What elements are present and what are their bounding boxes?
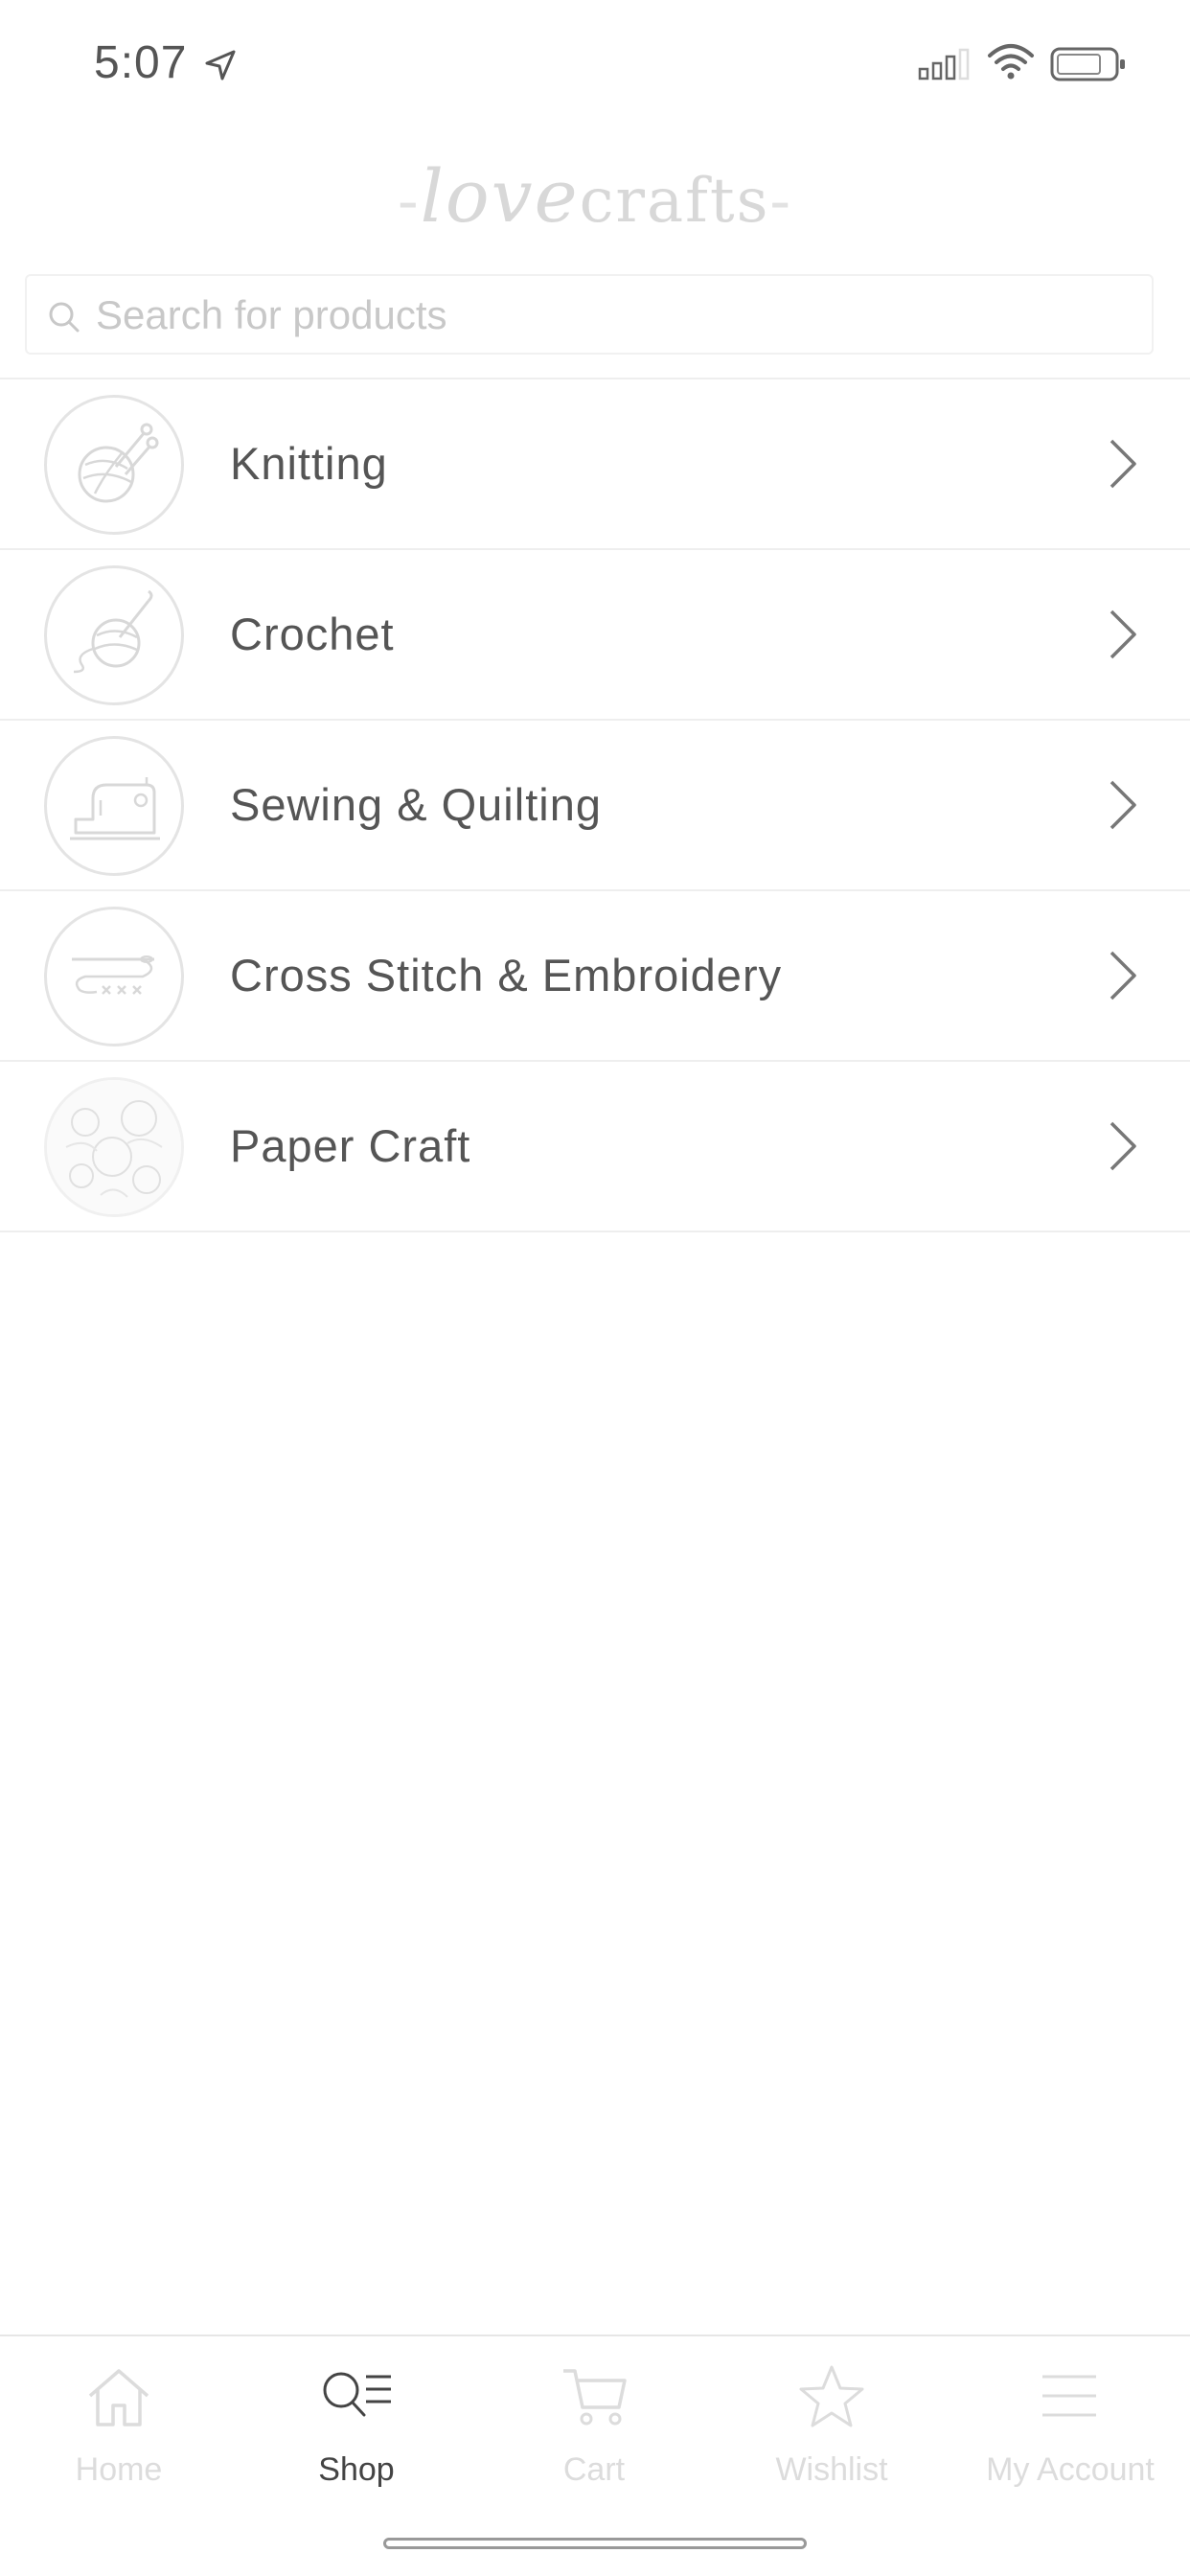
tab-wishlist[interactable]: Wishlist <box>713 2336 950 2509</box>
search-input[interactable] <box>94 276 1142 355</box>
yarn-needles-icon <box>78 423 159 503</box>
tab-label: Wishlist <box>775 2451 888 2488</box>
tab-label: Cart <box>562 2451 626 2488</box>
chevron-right-icon <box>1110 951 1136 1000</box>
tab-label: Home <box>75 2451 163 2488</box>
category-row-knitting[interactable]: Knitting <box>0 380 1190 550</box>
category-row-paper-craft[interactable]: Paper Craft <box>0 1062 1190 1232</box>
category-list: Knitting Crochet Sewing & Quilting Cross… <box>0 378 1190 1232</box>
shop-screen: 5:07 -lovecrafts- Search for products Kn… <box>0 0 1190 2576</box>
tab-home[interactable]: Home <box>0 2336 238 2509</box>
category-label: Cross Stitch & Embroidery <box>230 950 783 1000</box>
tab-label: Shop <box>318 2451 395 2488</box>
tab-cart[interactable]: Cart <box>475 2336 713 2509</box>
location-arrow-icon <box>205 50 236 80</box>
search-icon <box>49 302 80 333</box>
status-bar: 5:07 <box>0 0 1190 134</box>
category-label: Sewing & Quilting <box>230 779 602 830</box>
logo-script-part: love <box>420 153 580 239</box>
search-bar[interactable] <box>25 274 1154 355</box>
tab-label: My Account <box>986 2451 1155 2488</box>
cellular-signal-icon <box>918 48 970 80</box>
category-row-crochet[interactable]: Crochet <box>0 550 1190 721</box>
yarn-hook-icon <box>73 589 153 674</box>
needle-thread-icon <box>72 955 154 995</box>
tab-my-account[interactable]: My Account <box>950 2336 1190 2509</box>
category-label: Crochet <box>230 609 395 659</box>
chevron-right-icon <box>1110 1121 1136 1171</box>
sewing-machine-icon <box>70 777 160 840</box>
category-row-cross-stitch[interactable]: Cross Stitch & Embroidery <box>0 891 1190 1062</box>
cart-icon <box>563 2369 627 2426</box>
category-thumb <box>44 565 184 705</box>
category-row-sewing-quilting[interactable]: Sewing & Quilting <box>0 721 1190 891</box>
category-thumb <box>44 1077 184 1217</box>
logo-plain-part: crafts <box>579 166 770 237</box>
chevron-right-icon <box>1110 780 1136 830</box>
lovecrafts-logo: -lovecrafts- <box>397 153 793 239</box>
category-thumb <box>44 736 184 876</box>
category-thumb <box>44 907 184 1046</box>
category-label: Knitting <box>230 438 388 489</box>
chevron-right-icon <box>1110 610 1136 659</box>
star-icon <box>799 2365 864 2427</box>
menu-icon <box>1042 2375 1096 2417</box>
home-icon <box>88 2369 149 2426</box>
battery-icon <box>1050 47 1125 81</box>
paper-pattern-icon <box>47 1080 181 1214</box>
wifi-icon <box>988 44 1034 80</box>
chevron-right-icon <box>1110 439 1136 489</box>
status-time: 5:07 <box>94 37 188 88</box>
category-label: Paper Craft <box>230 1120 471 1171</box>
category-thumb <box>44 395 184 535</box>
tab-shop[interactable]: Shop <box>238 2336 475 2509</box>
home-indicator <box>383 2538 807 2549</box>
search-menu-icon <box>323 2372 391 2417</box>
